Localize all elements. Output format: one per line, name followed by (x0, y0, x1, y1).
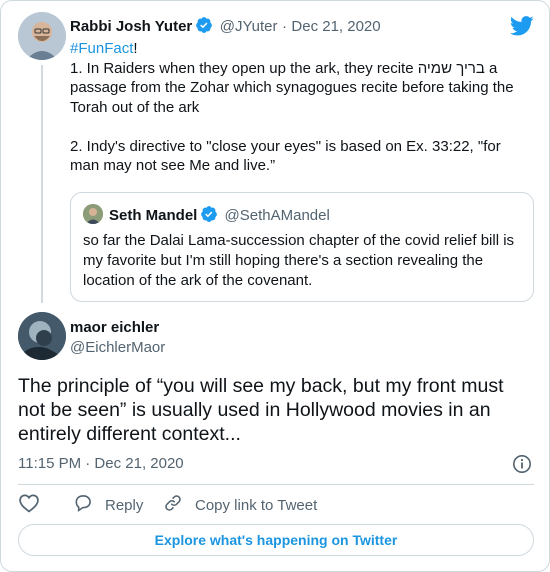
reply-author-handle[interactable]: @EichlerMaor (70, 338, 165, 357)
parent-text-line: man may not see Me and live.” (70, 157, 276, 174)
quoted-tweet[interactable]: Seth Mandel @SethAMandel so far the Dala… (70, 192, 534, 302)
parent-text-line: 1. In Raiders when they open up the ark,… (70, 59, 498, 77)
copy-link-label: Copy link to Tweet (195, 497, 318, 514)
heart-icon (18, 493, 52, 519)
parent-text-line: Torah out of the ark (70, 98, 200, 116)
reply-button[interactable]: Reply (73, 493, 143, 519)
parent-text-line (70, 117, 530, 137)
reply-text-line: not be seen” is usually used in Hollywoo… (18, 399, 491, 421)
quoted-tweet-body: so far the Dalai Lama-succession chapter… (83, 231, 523, 291)
verified-badge-icon (195, 16, 213, 40)
parent-author-avatar[interactable] (18, 12, 66, 60)
tweet-actions: Reply Copy link to Tweet (18, 493, 534, 515)
parent-author-name[interactable]: Rabbi Josh Yuter (70, 18, 192, 35)
quoted-author-avatar (83, 204, 103, 224)
explore-twitter-button[interactable]: Explore what's happening on Twitter (18, 524, 534, 556)
reply-label: Reply (105, 497, 144, 514)
thread-connector-line (41, 65, 43, 303)
quoted-text-line: so far the Dalai Lama-succession chapter… (83, 232, 515, 249)
parent-tweet-header: Rabbi Josh Yuter @JYuter · Dec 21, 2020 (70, 16, 381, 40)
header-separator: · (281, 18, 287, 35)
quoted-text-line: location of the ark of the covenant. (83, 272, 313, 289)
reply-text-line: entirely different context... (18, 423, 241, 445)
verified-badge-icon (200, 205, 218, 229)
parent-text-line: 2. Indy's directive to "close your eyes"… (70, 137, 501, 155)
parent-hashtag-line: #FunFact! (70, 39, 530, 59)
quoted-author-name: Seth Mandel (109, 207, 198, 224)
actions-divider (18, 484, 534, 485)
twitter-bird-icon[interactable] (509, 15, 534, 37)
reply-bubble-icon (73, 493, 105, 519)
hashtag-suffix: ! (133, 40, 138, 57)
quoted-tweet-header: Seth Mandel @SethAMandel (109, 205, 330, 229)
reply-author-avatar[interactable] (18, 312, 66, 360)
quoted-text-line: my favorite but I'm still hoping there's… (83, 252, 484, 269)
parent-text-line: passage from the Zohar which synagogues … (70, 79, 514, 96)
reply-tweet-body: The principle of “you will see my back, … (18, 374, 538, 446)
parent-tweet-body: #FunFact! 1. In Raiders when they open u… (70, 39, 530, 176)
reply-text-line: The principle of “you will see my back, … (18, 375, 504, 397)
reply-author-name[interactable]: maor eichler (70, 318, 159, 337)
like-button[interactable] (18, 493, 52, 519)
link-icon (163, 493, 195, 519)
parent-tweet-date[interactable]: Dec 21, 2020 (291, 18, 380, 35)
parent-author-handle[interactable]: @JYuter (220, 18, 278, 35)
info-icon[interactable] (512, 454, 532, 474)
tweet-embed-card: Rabbi Josh Yuter @JYuter · Dec 21, 2020 … (0, 0, 550, 572)
copy-link-button[interactable]: Copy link to Tweet (163, 493, 317, 519)
quoted-author-handle: @SethAMandel (224, 207, 330, 224)
hashtag-link[interactable]: #FunFact (70, 40, 133, 57)
reply-timestamp[interactable]: 11:15 PM · Dec 21, 2020 (18, 454, 184, 473)
